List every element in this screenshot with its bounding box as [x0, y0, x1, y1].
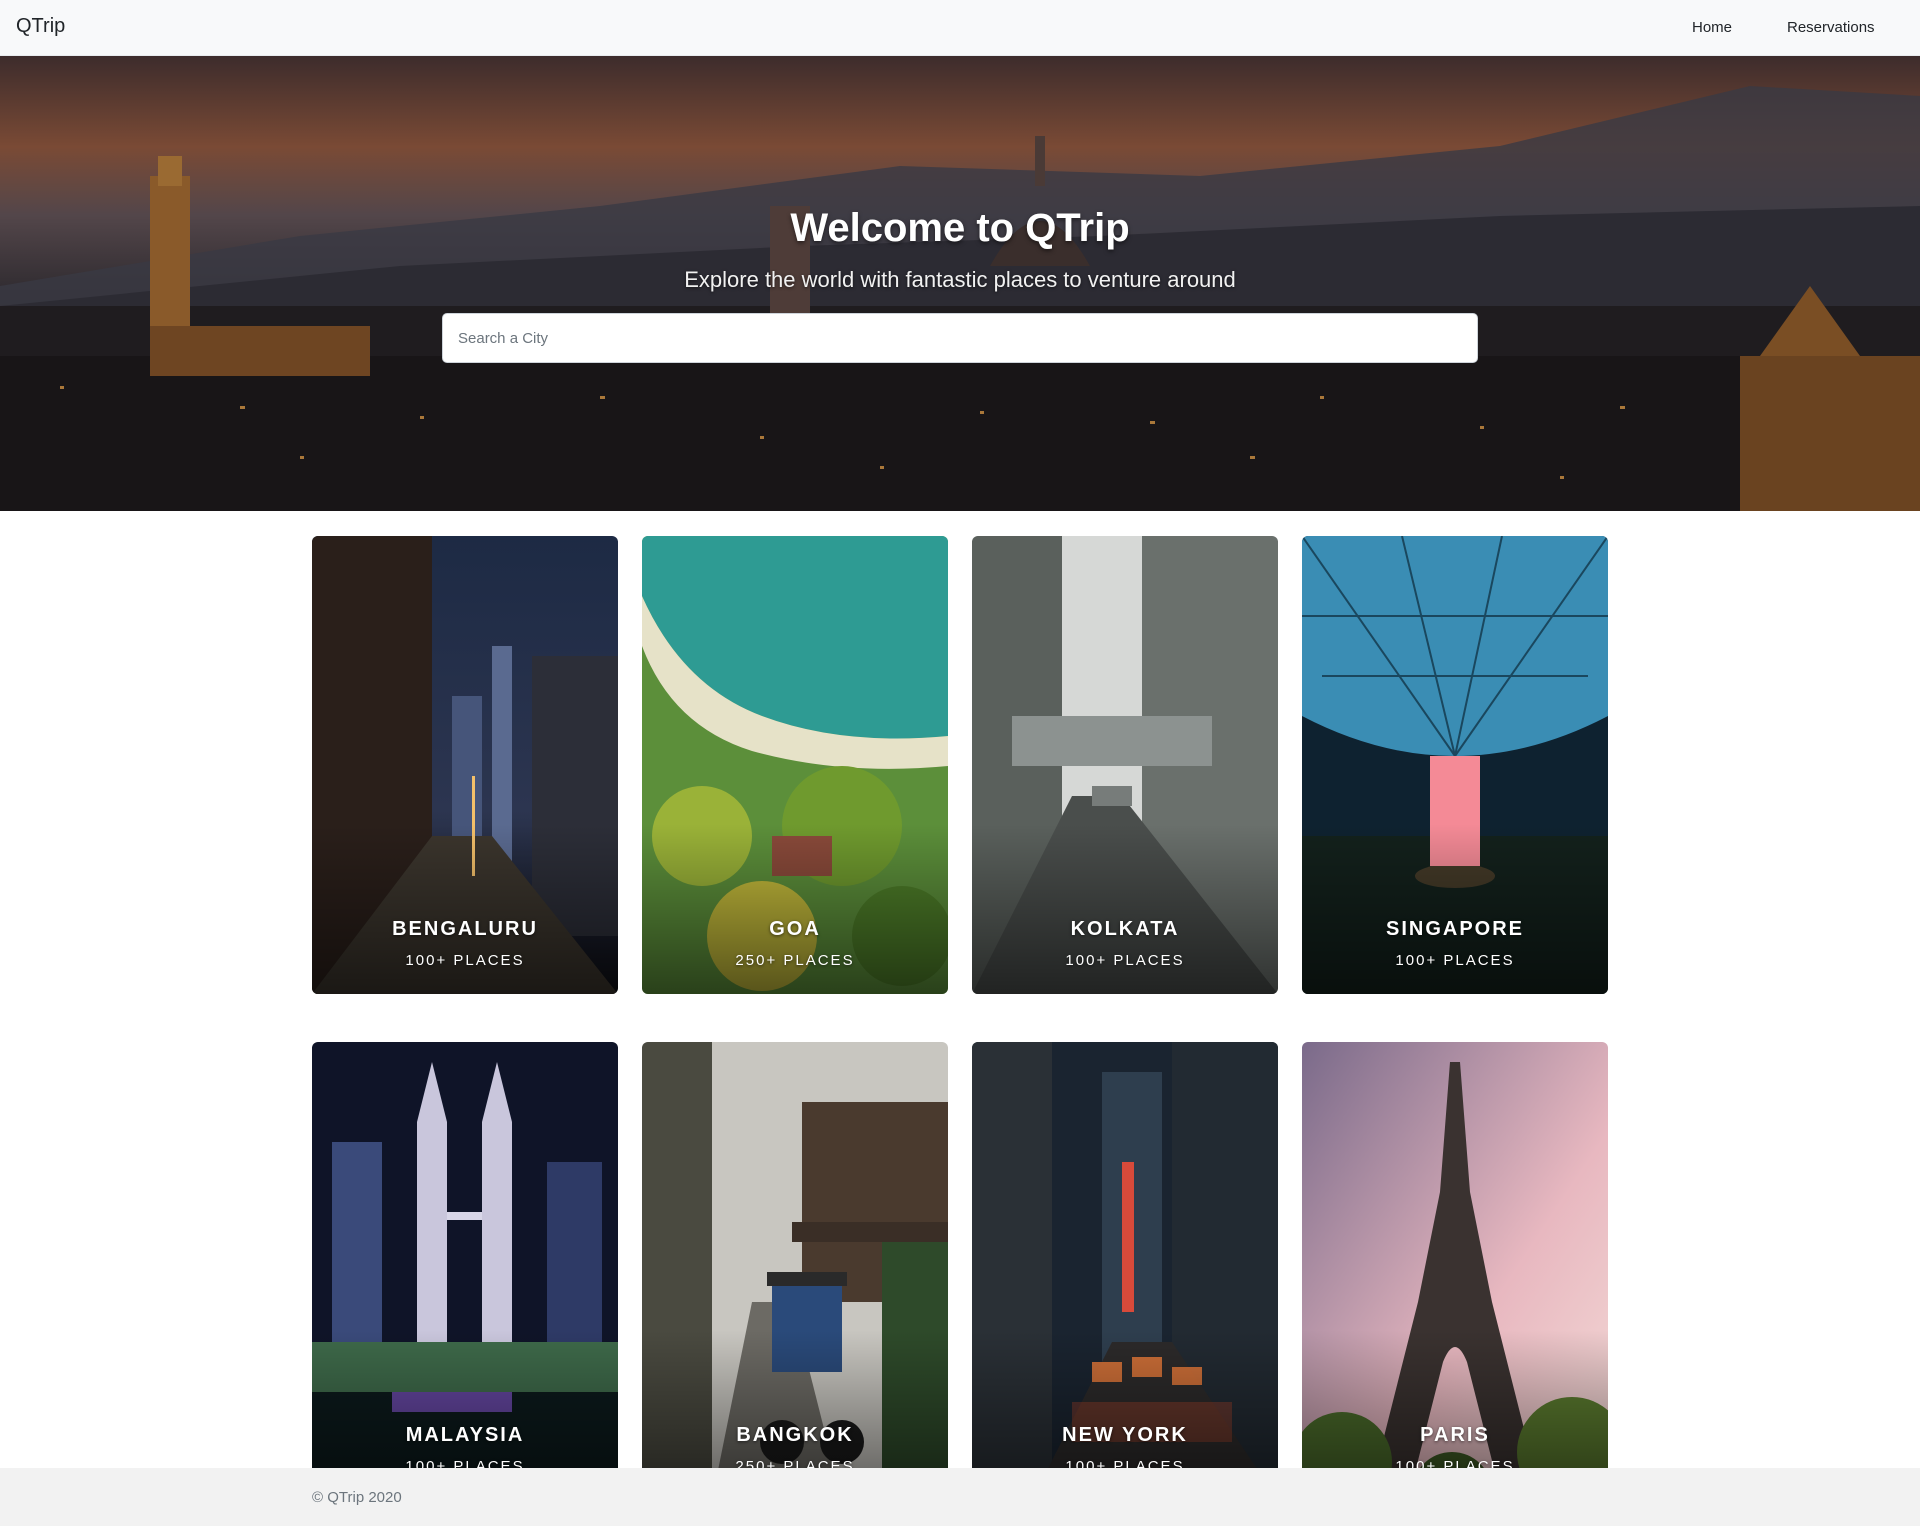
city-card-new-york[interactable]: NEW YORK 100+ PLACES [972, 1042, 1278, 1500]
city-card-goa[interactable]: GOA 250+ PLACES [642, 536, 948, 994]
city-places: 100+ PLACES [405, 952, 525, 969]
city-card-singapore[interactable]: SINGAPORE 100+ PLACES [1302, 536, 1608, 994]
city-card-paris[interactable]: PARIS 100+ PLACES [1302, 1042, 1608, 1500]
city-card-kolkata[interactable]: KOLKATA 100+ PLACES [972, 536, 1278, 994]
brand-logo[interactable]: QTrip [16, 15, 65, 38]
city-places: 100+ PLACES [1395, 952, 1515, 969]
city-card-bengaluru[interactable]: BENGALURU 100+ PLACES [312, 536, 618, 994]
city-name: MALAYSIA [405, 1424, 525, 1446]
city-name: NEW YORK [1062, 1424, 1188, 1446]
hero-banner: Welcome to QTrip Explore the world with … [0, 56, 1920, 511]
city-card-bangkok[interactable]: BANGKOK 250+ PLACES [642, 1042, 948, 1500]
city-name: BANGKOK [736, 1424, 854, 1446]
city-name: PARIS [1420, 1424, 1490, 1446]
city-name: BENGALURU [392, 918, 538, 940]
nav-reservations-link[interactable]: Reservations [1787, 19, 1875, 36]
hero-subtitle: Explore the world with fantastic places … [684, 267, 1236, 292]
city-card-malaysia[interactable]: MALAYSIA 100+ PLACES [312, 1042, 618, 1500]
navbar: QTrip Home Reservations [0, 0, 1920, 56]
footer: © QTrip 2020 [0, 1468, 1920, 1526]
nav-home-link[interactable]: Home [1692, 19, 1732, 36]
city-name: KOLKATA [1070, 918, 1180, 940]
city-search-input[interactable] [442, 313, 1478, 363]
city-name: SINGAPORE [1385, 918, 1525, 940]
city-places: 100+ PLACES [1065, 952, 1185, 969]
city-name: GOA [769, 918, 821, 940]
city-places: 250+ PLACES [735, 952, 855, 969]
hero-title: Welcome to QTrip [790, 206, 1130, 250]
copyright-text: © QTrip 2020 [312, 1489, 402, 1506]
